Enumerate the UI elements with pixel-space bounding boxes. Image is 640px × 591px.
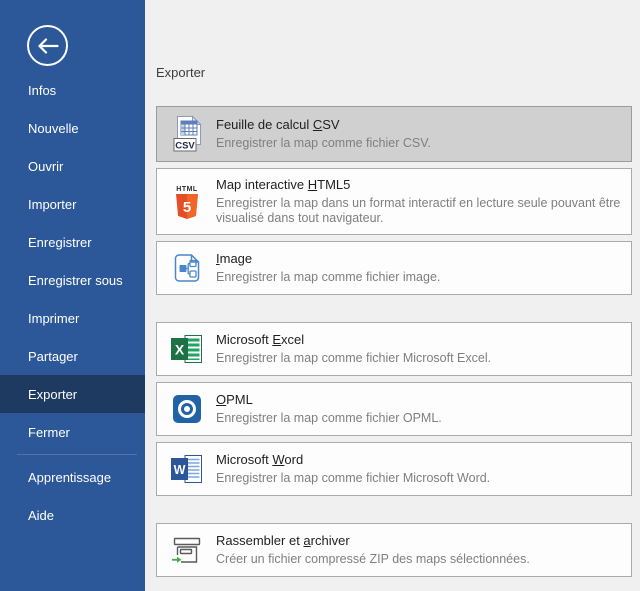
export-option-image[interactable]: Image Enregistrer la map comme fichier i… (156, 241, 632, 295)
tile-description: Créer un fichier compressé ZIP des maps … (216, 552, 530, 567)
title-post: xcel (281, 332, 304, 347)
title-pre: Microsoft (216, 452, 272, 467)
export-option-html5[interactable]: HTML 5 Map interactive HTML5 Enregistrer… (156, 168, 632, 235)
tile-text: Image Enregistrer la map comme fichier i… (216, 251, 440, 285)
tile-description: Enregistrer la map dans un format intera… (216, 196, 621, 226)
title-post: SV (322, 117, 339, 132)
title-post: TML5 (317, 177, 350, 192)
sidebar: Infos Nouvelle Ouvrir Importer Enregistr… (0, 0, 145, 591)
tile-text: Rassembler et archiver Créer un fichier … (216, 533, 530, 567)
tile-title: Feuille de calcul CSV (216, 117, 431, 133)
title-post: mage (220, 251, 253, 266)
sidebar-item-importer[interactable]: Importer (0, 185, 145, 223)
title-post: PML (226, 392, 253, 407)
excel-logo-icon: X (167, 333, 207, 365)
export-option-opml[interactable]: OPML Enregistrer la map comme fichier OP… (156, 382, 632, 436)
csv-file-icon: CSV (167, 115, 207, 153)
sidebar-menu: Infos Nouvelle Ouvrir Importer Enregistr… (0, 71, 145, 534)
tile-title: Image (216, 251, 440, 267)
export-option-excel[interactable]: X Microsoft Excel Enregistrer la map com… (156, 322, 632, 376)
sidebar-item-enregistrer-sous[interactable]: Enregistrer sous (0, 261, 145, 299)
title-accelerator: O (216, 392, 226, 407)
sidebar-item-fermer[interactable]: Fermer (0, 413, 145, 451)
sidebar-item-imprimer[interactable]: Imprimer (0, 299, 145, 337)
sidebar-item-partager[interactable]: Partager (0, 337, 145, 375)
html5-logo-icon: HTML 5 (167, 183, 207, 221)
title-post: ord (284, 452, 303, 467)
tile-description: Enregistrer la map comme fichier OPML. (216, 411, 442, 426)
sidebar-item-aide[interactable]: Aide (0, 496, 145, 534)
tile-text: Map interactive HTML5 Enregistrer la map… (216, 177, 621, 226)
sidebar-item-ouvrir[interactable]: Ouvrir (0, 147, 145, 185)
export-options-list: CSV Feuille de calcul CSV Enregistrer la… (156, 106, 632, 577)
sidebar-divider (17, 454, 137, 455)
title-accelerator: E (272, 332, 281, 347)
title-post: rchiver (311, 533, 350, 548)
tile-title: Rassembler et archiver (216, 533, 530, 549)
sidebar-item-apprentissage[interactable]: Apprentissage (0, 458, 145, 496)
tile-title: OPML (216, 392, 442, 408)
sidebar-item-nouvelle[interactable]: Nouvelle (0, 109, 145, 147)
left-arrow-icon (37, 38, 59, 54)
svg-text:5: 5 (183, 199, 191, 216)
svg-text:CSV: CSV (175, 141, 195, 152)
title-pre: Feuille de calcul (216, 117, 313, 132)
tile-text: OPML Enregistrer la map comme fichier OP… (216, 392, 442, 426)
tile-title: Map interactive HTML5 (216, 177, 621, 193)
title-accelerator: C (313, 117, 322, 132)
sidebar-item-enregistrer[interactable]: Enregistrer (0, 223, 145, 261)
page-title: Exporter (156, 65, 632, 80)
title-pre: Microsoft (216, 332, 272, 347)
title-accelerator: W (272, 452, 284, 467)
tile-text: Feuille de calcul CSV Enregistrer la map… (216, 117, 431, 151)
export-option-pack-and-go[interactable]: Rassembler et archiver Créer un fichier … (156, 523, 632, 577)
backstage-view: Infos Nouvelle Ouvrir Importer Enregistr… (0, 0, 640, 591)
title-pre: Map interactive (216, 177, 308, 192)
tile-title: Microsoft Excel (216, 332, 491, 348)
export-pane: Exporter CSV Feui (145, 0, 640, 591)
tile-text: Microsoft Word Enregistrer la map comme … (216, 452, 490, 486)
tile-description: Enregistrer la map comme fichier CSV. (216, 136, 431, 151)
tile-description: Enregistrer la map comme fichier Microso… (216, 351, 491, 366)
sidebar-item-infos[interactable]: Infos (0, 71, 145, 109)
tile-description: Enregistrer la map comme fichier image. (216, 270, 440, 285)
title-accelerator: H (308, 177, 317, 192)
title-pre: Rassembler et (216, 533, 303, 548)
title-accelerator: a (303, 533, 310, 548)
tile-description: Enregistrer la map comme fichier Microso… (216, 471, 490, 486)
svg-text:W: W (174, 463, 186, 477)
opml-logo-icon (167, 394, 207, 424)
export-option-word[interactable]: W Microsoft Word Enregistrer la map comm… (156, 442, 632, 496)
sidebar-item-exporter[interactable]: Exporter (0, 375, 145, 413)
tile-title: Microsoft Word (216, 452, 490, 468)
pack-and-go-archive-icon (167, 534, 207, 566)
back-button[interactable] (27, 25, 68, 66)
svg-text:X: X (175, 342, 185, 358)
svg-text:HTML: HTML (176, 186, 198, 193)
tile-text: Microsoft Excel Enregistrer la map comme… (216, 332, 491, 366)
export-option-csv[interactable]: CSV Feuille de calcul CSV Enregistrer la… (156, 106, 632, 162)
image-file-icon (167, 252, 207, 284)
word-logo-icon: W (167, 453, 207, 485)
